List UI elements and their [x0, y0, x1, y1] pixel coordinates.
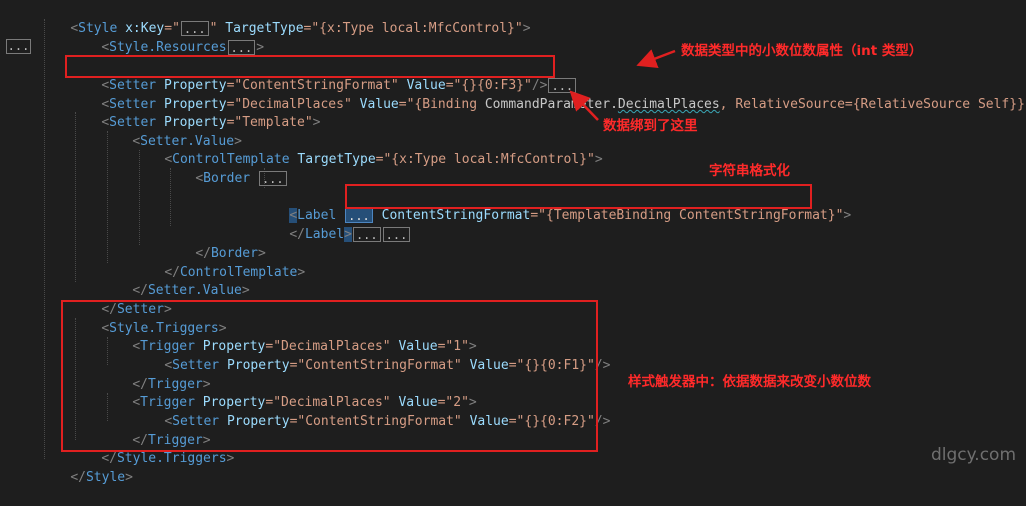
arrow-to-setter-format	[636, 49, 676, 68]
watermark: dlgcy.com	[931, 445, 1016, 465]
xaml-editor[interactable]: ... <Style x:Key="... " TargetType="{x:Ty…	[0, 0, 1026, 485]
arrow-to-decimal-places-binding	[569, 90, 599, 121]
annotation-style-triggers: 样式触发器中：依据数据来改变小数位数	[628, 374, 871, 390]
annotation-arrows	[569, 49, 676, 121]
annotation-bound-here: 数据绑到了这里	[603, 118, 698, 134]
annotation-string-format: 字符串格式化	[709, 163, 790, 179]
annotation-decimal-property: 数据类型中的小数位数属性（int 类型）	[681, 43, 923, 59]
